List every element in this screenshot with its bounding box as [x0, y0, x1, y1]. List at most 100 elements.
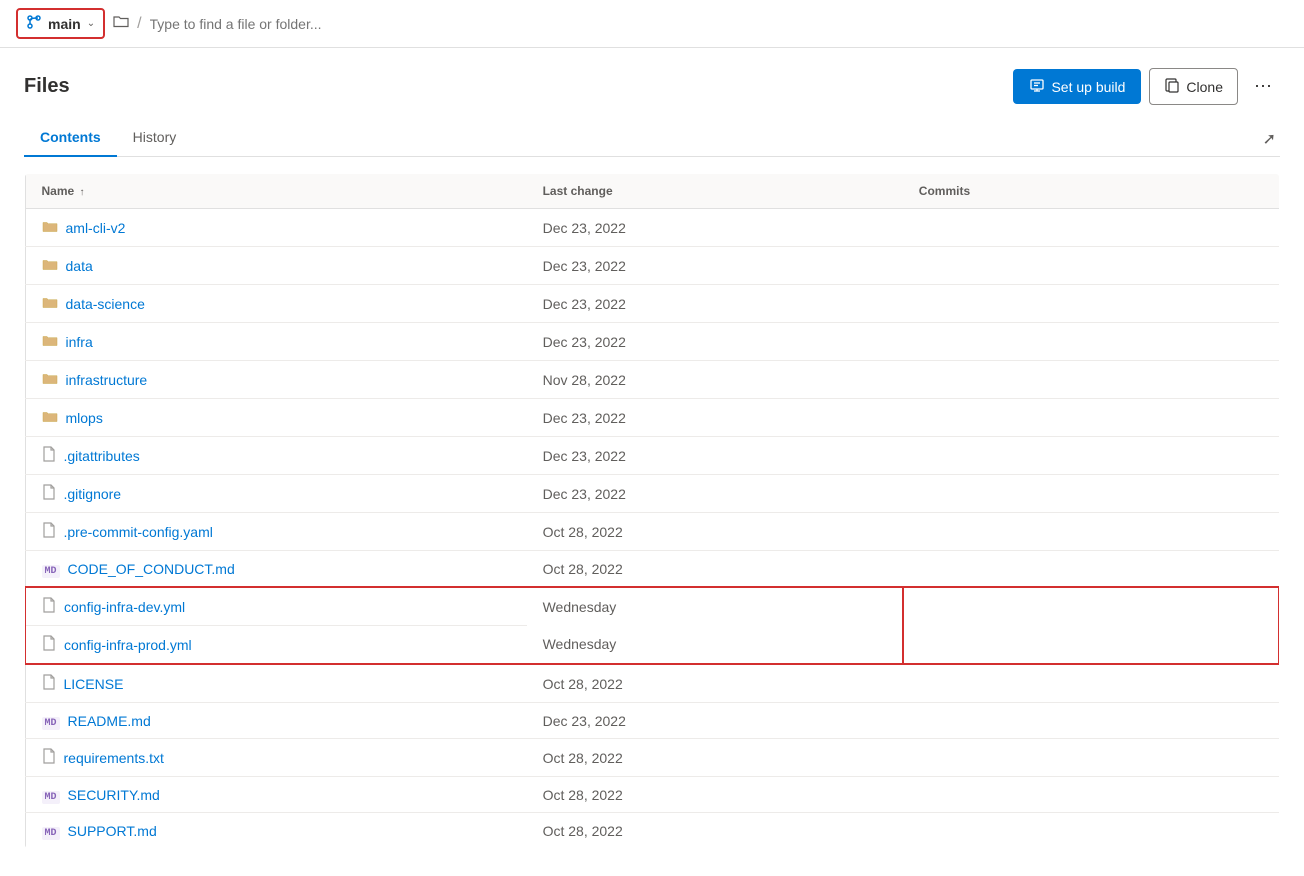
- file-icon: [42, 522, 56, 541]
- file-table: Name ↑ Last change Commits aml-cli-v2 De…: [24, 173, 1280, 849]
- file-table-body: aml-cli-v2 Dec 23, 2022 data Dec 23, 202…: [25, 209, 1279, 849]
- commits-cell: [903, 285, 1279, 323]
- last-change-cell: Nov 28, 2022: [527, 361, 903, 399]
- folder-icon: [42, 218, 58, 237]
- table-row[interactable]: MD CODE_OF_CONDUCT.md Oct 28, 2022: [25, 551, 1279, 588]
- last-change-cell: Wednesday: [527, 626, 903, 665]
- main-content: Files Set up build: [0, 48, 1304, 876]
- page-title: Files: [24, 75, 70, 98]
- file-icon: [42, 597, 56, 616]
- file-icon: [42, 446, 56, 465]
- table-row[interactable]: MD README.md Dec 23, 2022: [25, 703, 1279, 739]
- more-options-button[interactable]: ⋯: [1246, 72, 1280, 101]
- file-link[interactable]: infrastructure: [66, 372, 148, 388]
- file-link[interactable]: LICENSE: [64, 676, 124, 692]
- branch-selector[interactable]: main ⌄: [16, 8, 105, 39]
- file-icon: MD: [42, 786, 60, 803]
- col-header-last-change[interactable]: Last change: [527, 174, 903, 209]
- commits-cell: [903, 323, 1279, 361]
- file-icon: [42, 674, 56, 693]
- table-row[interactable]: config-infra-prod.yml Wednesday: [25, 626, 1279, 665]
- folder-icon: [42, 370, 58, 389]
- folder-browse-icon[interactable]: [113, 13, 129, 34]
- folder-icon: [42, 294, 58, 313]
- last-change-cell: Dec 23, 2022: [527, 475, 903, 513]
- file-icon: MD: [42, 712, 60, 729]
- file-link[interactable]: .pre-commit-config.yaml: [64, 524, 213, 540]
- chevron-down-icon: ⌄: [87, 18, 95, 29]
- table-row[interactable]: MD SECURITY.md Oct 28, 2022: [25, 777, 1279, 813]
- file-name-cell: aml-cli-v2: [25, 209, 527, 247]
- clone-icon: [1164, 77, 1180, 96]
- tab-contents[interactable]: Contents: [24, 121, 117, 157]
- table-row[interactable]: LICENSE Oct 28, 2022: [25, 664, 1279, 703]
- last-change-cell: Oct 28, 2022: [527, 513, 903, 551]
- file-name-cell: MD SECURITY.md: [25, 777, 527, 813]
- page-header: Files Set up build: [24, 68, 1280, 105]
- header-actions: Set up build Clone ⋯: [1013, 68, 1280, 105]
- table-row[interactable]: infra Dec 23, 2022: [25, 323, 1279, 361]
- file-name-cell: data-science: [25, 285, 527, 323]
- table-row[interactable]: .gitattributes Dec 23, 2022: [25, 437, 1279, 475]
- table-row[interactable]: MD SUPPORT.md Oct 28, 2022: [25, 813, 1279, 849]
- file-name-cell: MD CODE_OF_CONDUCT.md: [25, 551, 527, 588]
- file-name-cell: MD SUPPORT.md: [25, 813, 527, 849]
- commits-cell: [903, 513, 1279, 551]
- table-row[interactable]: .pre-commit-config.yaml Oct 28, 2022: [25, 513, 1279, 551]
- last-change-cell: Dec 23, 2022: [527, 437, 903, 475]
- file-link[interactable]: .gitignore: [64, 486, 122, 502]
- file-name-cell: infra: [25, 323, 527, 361]
- file-link[interactable]: infra: [66, 334, 93, 350]
- file-link[interactable]: .gitattributes: [64, 448, 140, 464]
- table-row[interactable]: infrastructure Nov 28, 2022: [25, 361, 1279, 399]
- file-name-cell: .pre-commit-config.yaml: [25, 513, 527, 551]
- file-link[interactable]: data-science: [66, 296, 145, 312]
- commits-cell: [903, 587, 1279, 626]
- file-link[interactable]: config-infra-dev.yml: [64, 599, 185, 615]
- commits-cell: [903, 475, 1279, 513]
- file-name-cell: config-infra-prod.yml: [25, 626, 527, 665]
- file-name-cell: MD README.md: [25, 703, 527, 739]
- last-change-cell: Oct 28, 2022: [527, 813, 903, 849]
- file-search-input[interactable]: [150, 16, 1288, 32]
- top-bar: main ⌄ /: [0, 0, 1304, 48]
- file-name-cell: requirements.txt: [25, 739, 527, 777]
- path-separator: /: [137, 15, 141, 33]
- last-change-cell: Dec 23, 2022: [527, 323, 903, 361]
- file-icon: [42, 635, 56, 654]
- file-link[interactable]: aml-cli-v2: [66, 220, 126, 236]
- table-row[interactable]: requirements.txt Oct 28, 2022: [25, 739, 1279, 777]
- commits-cell: [903, 361, 1279, 399]
- file-link[interactable]: SUPPORT.md: [68, 823, 157, 839]
- tab-history[interactable]: History: [117, 121, 193, 157]
- file-link[interactable]: config-infra-prod.yml: [64, 637, 192, 653]
- table-row[interactable]: aml-cli-v2 Dec 23, 2022: [25, 209, 1279, 247]
- last-change-cell: Dec 23, 2022: [527, 285, 903, 323]
- file-link[interactable]: mlops: [66, 410, 103, 426]
- file-link[interactable]: requirements.txt: [64, 750, 164, 766]
- col-header-commits: Commits: [903, 174, 1279, 209]
- file-link[interactable]: data: [66, 258, 93, 274]
- file-name-cell: LICENSE: [25, 664, 527, 703]
- last-change-cell: Wednesday: [527, 587, 903, 626]
- clone-button[interactable]: Clone: [1149, 68, 1238, 105]
- expand-icon[interactable]: ➚: [1259, 125, 1280, 153]
- table-row[interactable]: data-science Dec 23, 2022: [25, 285, 1279, 323]
- table-row[interactable]: config-infra-dev.yml Wednesday: [25, 587, 1279, 626]
- tab-list: Contents History: [24, 121, 192, 156]
- commits-cell: [903, 703, 1279, 739]
- table-row[interactable]: data Dec 23, 2022: [25, 247, 1279, 285]
- file-link[interactable]: README.md: [68, 713, 151, 729]
- table-row[interactable]: mlops Dec 23, 2022: [25, 399, 1279, 437]
- file-icon: MD: [42, 822, 60, 839]
- col-header-name[interactable]: Name ↑: [25, 174, 527, 209]
- commits-cell: [903, 813, 1279, 849]
- file-link[interactable]: SECURITY.md: [68, 787, 160, 803]
- setup-build-button[interactable]: Set up build: [1013, 69, 1141, 104]
- table-row[interactable]: .gitignore Dec 23, 2022: [25, 475, 1279, 513]
- commits-cell: [903, 399, 1279, 437]
- file-link[interactable]: CODE_OF_CONDUCT.md: [68, 561, 235, 577]
- commits-cell: [903, 626, 1279, 665]
- commits-cell: [903, 551, 1279, 588]
- folder-icon: [42, 332, 58, 351]
